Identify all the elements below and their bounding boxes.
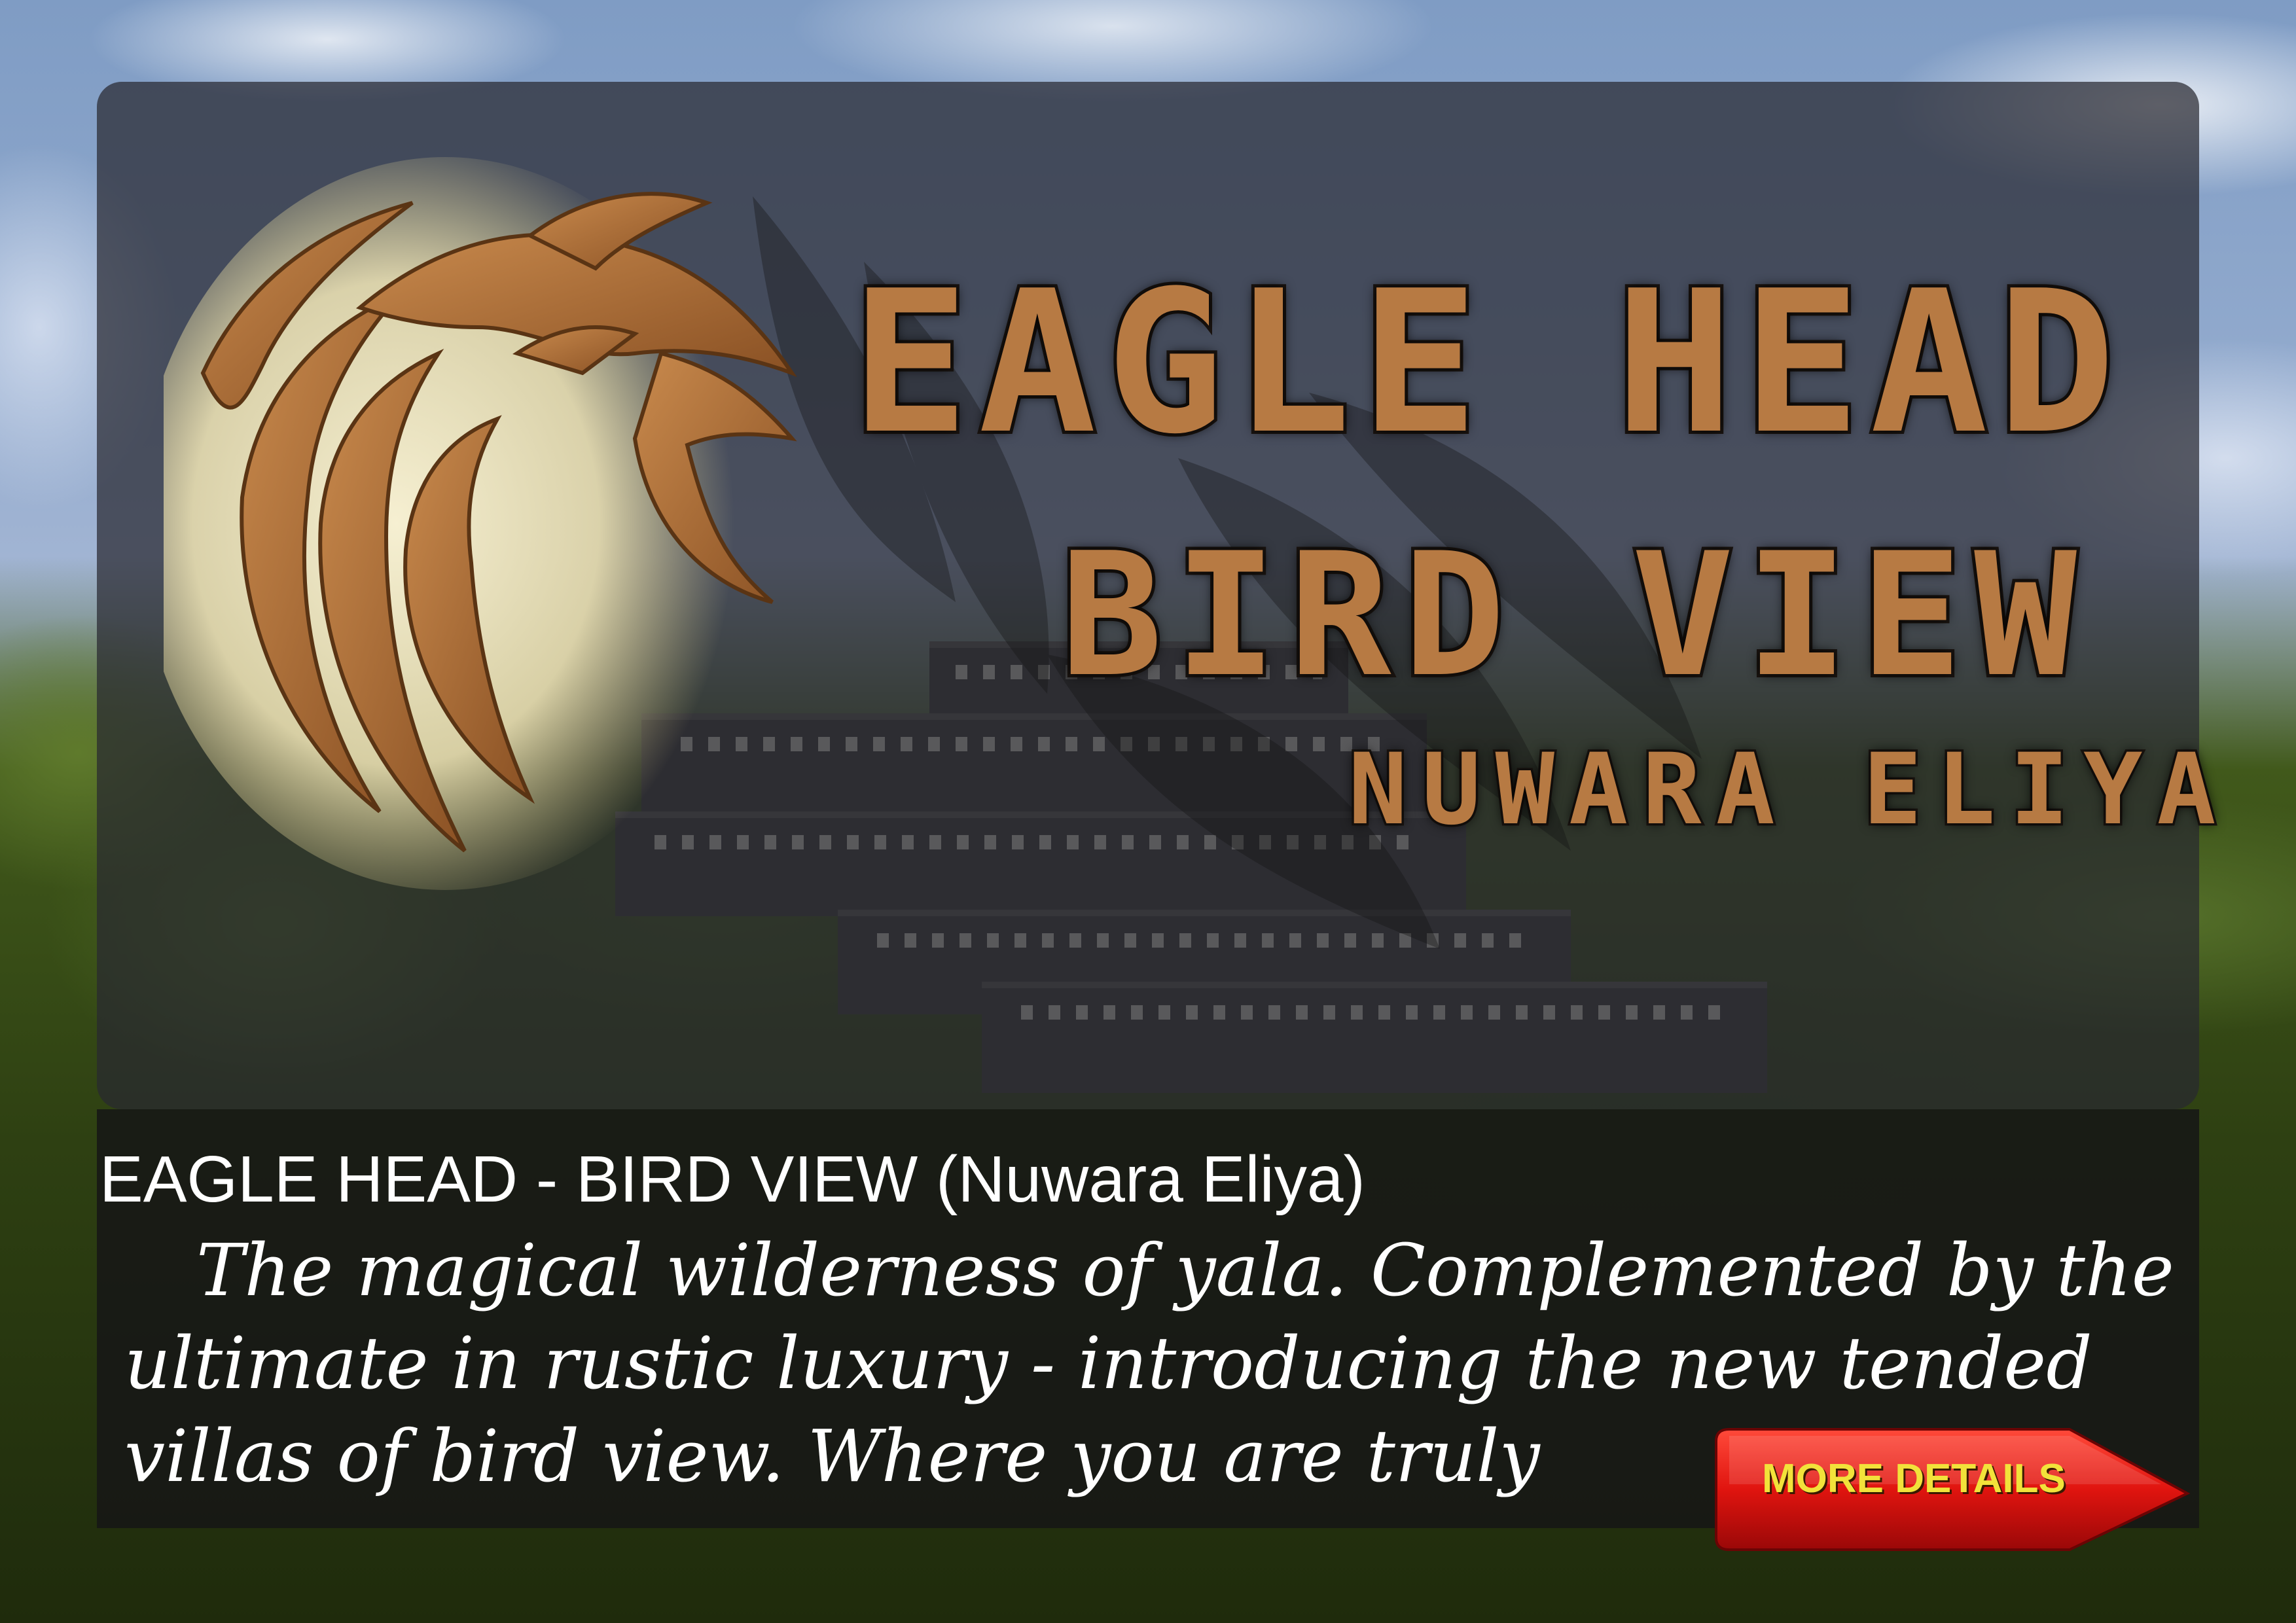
eagle-head-emblem-icon <box>164 157 797 890</box>
info-title: EAGLE HEAD - BIRD VIEW (Nuwara Eliya) <box>99 1143 1365 1216</box>
more-details-button[interactable]: MORE DETAILS <box>1703 1421 2200 1558</box>
description-line: ultimate in rustic luxury - introducing … <box>124 1321 2092 1405</box>
more-details-label: MORE DETAILS <box>1762 1456 2066 1501</box>
title-bird-view: BIRD VIEW <box>1057 514 2089 718</box>
title-eagle-head: EAGLE HEAD <box>848 245 2125 480</box>
title-nuwara-eliya: NUWARA ELIYA <box>1346 731 2231 849</box>
description-line: The magical wilderness of yala. Compleme… <box>196 1228 2174 1312</box>
